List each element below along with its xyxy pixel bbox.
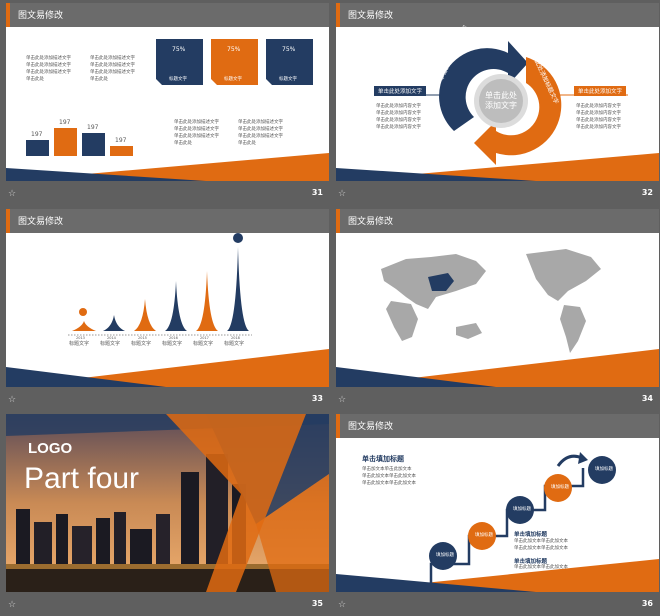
slide-footer: ☆ 34 <box>336 387 659 411</box>
circle-label: 填加标题 <box>595 467 613 472</box>
right-heading: 单击此处添加文字 <box>574 86 627 96</box>
main-text: 单击加文本单击此加文本 单击此加文本单击此加文本 单击此加文本单击此加文本 <box>362 467 416 486</box>
slide-canvas: 图文易修改 单击此处添加文字 单击此处添加文字 单击此处添加文字 单击此处添加内… <box>336 3 659 181</box>
percent: 75% <box>282 46 296 53</box>
slide-canvas: 图文易修改 <box>336 209 659 387</box>
slide-footer: ☆ 32 <box>336 181 659 205</box>
slide-thumbnail-31[interactable]: 图文易修改 单击此处添加描述文字 单击此处添加描述文字 单击此处添加描述文字 单击此处… <box>6 3 329 205</box>
logo-text: LOGO <box>28 440 73 457</box>
peak-label: 标题文字 <box>162 341 183 347</box>
year: 2016 <box>169 336 178 340</box>
bar-value: 197 <box>31 131 43 138</box>
year: 2017 <box>200 336 209 340</box>
slide-footer: ☆ 35 <box>6 592 329 616</box>
peak-3 <box>134 299 156 331</box>
percent: 75% <box>172 46 186 53</box>
star-icon[interactable]: ☆ <box>338 189 346 199</box>
year: 2018 <box>231 336 240 340</box>
slide-thumbnail-34[interactable]: 图文易修改 ☆ 34 <box>336 209 659 411</box>
year: 2013 <box>76 336 85 340</box>
section-title: Part four <box>24 462 140 495</box>
box-label: 标题文字 <box>279 77 297 82</box>
percent: 75% <box>227 46 241 53</box>
star-icon[interactable]: ☆ <box>338 600 346 610</box>
slide-number: 32 <box>641 188 653 197</box>
bar-3 <box>82 133 105 156</box>
star-icon[interactable]: ☆ <box>8 189 16 199</box>
sub-text-2: 单击此加文本单击此加文本 <box>514 565 568 570</box>
peak-2 <box>103 315 125 331</box>
sub-heading: 单击填加标题 <box>514 532 548 538</box>
slide-number: 34 <box>641 394 653 403</box>
slide-footer: ☆ 36 <box>336 592 659 616</box>
text-block-b2: 单击此处添加描述文字 单击此处添加描述文字 单击此处添加描述文字 单击此处 <box>238 120 283 146</box>
step-diagram <box>336 452 659 592</box>
slide-number: 36 <box>641 599 653 608</box>
bar-value: 197 <box>115 137 127 144</box>
circle-label: 填加标题 <box>513 507 531 512</box>
sub-text: 单击此加文本单击此加文本 单击此加文本单击此加文本 <box>514 539 568 551</box>
peak-label: 标题文字 <box>131 341 152 347</box>
world-map <box>336 249 659 387</box>
peak-4 <box>165 281 187 331</box>
peak-6 <box>227 247 249 331</box>
peak-label: 标题文字 <box>69 341 90 347</box>
slide-number: 31 <box>311 188 323 197</box>
center-text: 单击此处添加文字 <box>485 91 517 110</box>
text-block-right: 单击此处添加描述文字 单击此处添加描述文字 单击此处添加描述文字 单击此处 <box>90 56 135 82</box>
slide-thumbnail-36[interactable]: 图文易修改 填加标题 填加标题 填加标题 填加标题 填加标题 单击填加标题 单击… <box>336 414 659 616</box>
slide-canvas: LOGO Part four <box>6 414 329 592</box>
circle-label: 填加标题 <box>475 533 493 538</box>
peak-1 <box>72 321 96 331</box>
slide-thumbnail-32[interactable]: 图文易修改 单击此处添加文字 单击此处添加文字 单击此处添加文字 单击此处添加内… <box>336 3 659 205</box>
circle-label: 填加标题 <box>436 553 454 558</box>
star-icon[interactable]: ☆ <box>338 395 346 405</box>
text-block-left: 单击此处添加描述文字 单击此处添加描述文字 单击此处添加描述文字 单击此处 <box>26 56 71 82</box>
bar-value: 197 <box>87 124 99 131</box>
slide-thumbnail-35[interactable]: LOGO Part four ☆ 35 <box>6 414 329 616</box>
slide-thumbnail-33[interactable]: 图文易修改 标题文字 标题文字 标题文字 标题文字 标题文字 标题文字 2013… <box>6 209 329 411</box>
circle-label: 填加标题 <box>551 485 569 490</box>
slide-footer: ☆ 33 <box>6 387 329 411</box>
left-items: 单击此处添加内容文字 单击此处添加内容文字 单击此处添加内容文字 单击此处添加内容文字 <box>376 104 421 130</box>
bar-2 <box>54 128 77 156</box>
bar-1 <box>26 140 49 156</box>
bar-4 <box>110 146 133 156</box>
slide-canvas: 图文易修改 填加标题 填加标题 填加标题 填加标题 填加标题 单击填加标题 单击… <box>336 414 659 592</box>
peak-label: 标题文字 <box>224 341 245 347</box>
slide-canvas: 图文易修改 单击此处添加描述文字 单击此处添加描述文字 单击此处添加描述文字 单击此处… <box>6 3 329 181</box>
bar-value: 197 <box>59 119 71 126</box>
right-items: 单击此处添加内容文字 单击此处添加内容文字 单击此处添加内容文字 单击此处添加内容文字 <box>576 104 621 130</box>
box-label: 标题文字 <box>224 77 242 82</box>
text-block-b1: 单击此处添加描述文字 单击此处添加描述文字 单击此处添加描述文字 单击此处 <box>174 120 219 146</box>
slide-decoration <box>6 39 329 181</box>
peak-label: 标题文字 <box>193 341 214 347</box>
slide-number: 35 <box>311 599 323 608</box>
box-label: 标题文字 <box>169 77 187 82</box>
slide-footer: ☆ 31 <box>6 181 329 205</box>
year: 2015 <box>138 336 147 340</box>
star-icon[interactable]: ☆ <box>8 395 16 405</box>
growth-chart <box>6 233 329 387</box>
slide-canvas: 图文易修改 标题文字 标题文字 标题文字 标题文字 标题文字 标题文字 2013… <box>6 209 329 387</box>
slide-number: 33 <box>311 394 323 403</box>
left-heading: 单击此处添加文字 <box>374 86 427 96</box>
main-heading: 单击填加标题 <box>362 455 404 463</box>
peak-label: 标题文字 <box>100 341 121 347</box>
year: 2014 <box>107 336 116 340</box>
star-icon[interactable]: ☆ <box>8 600 16 610</box>
peak-5 <box>196 271 218 331</box>
